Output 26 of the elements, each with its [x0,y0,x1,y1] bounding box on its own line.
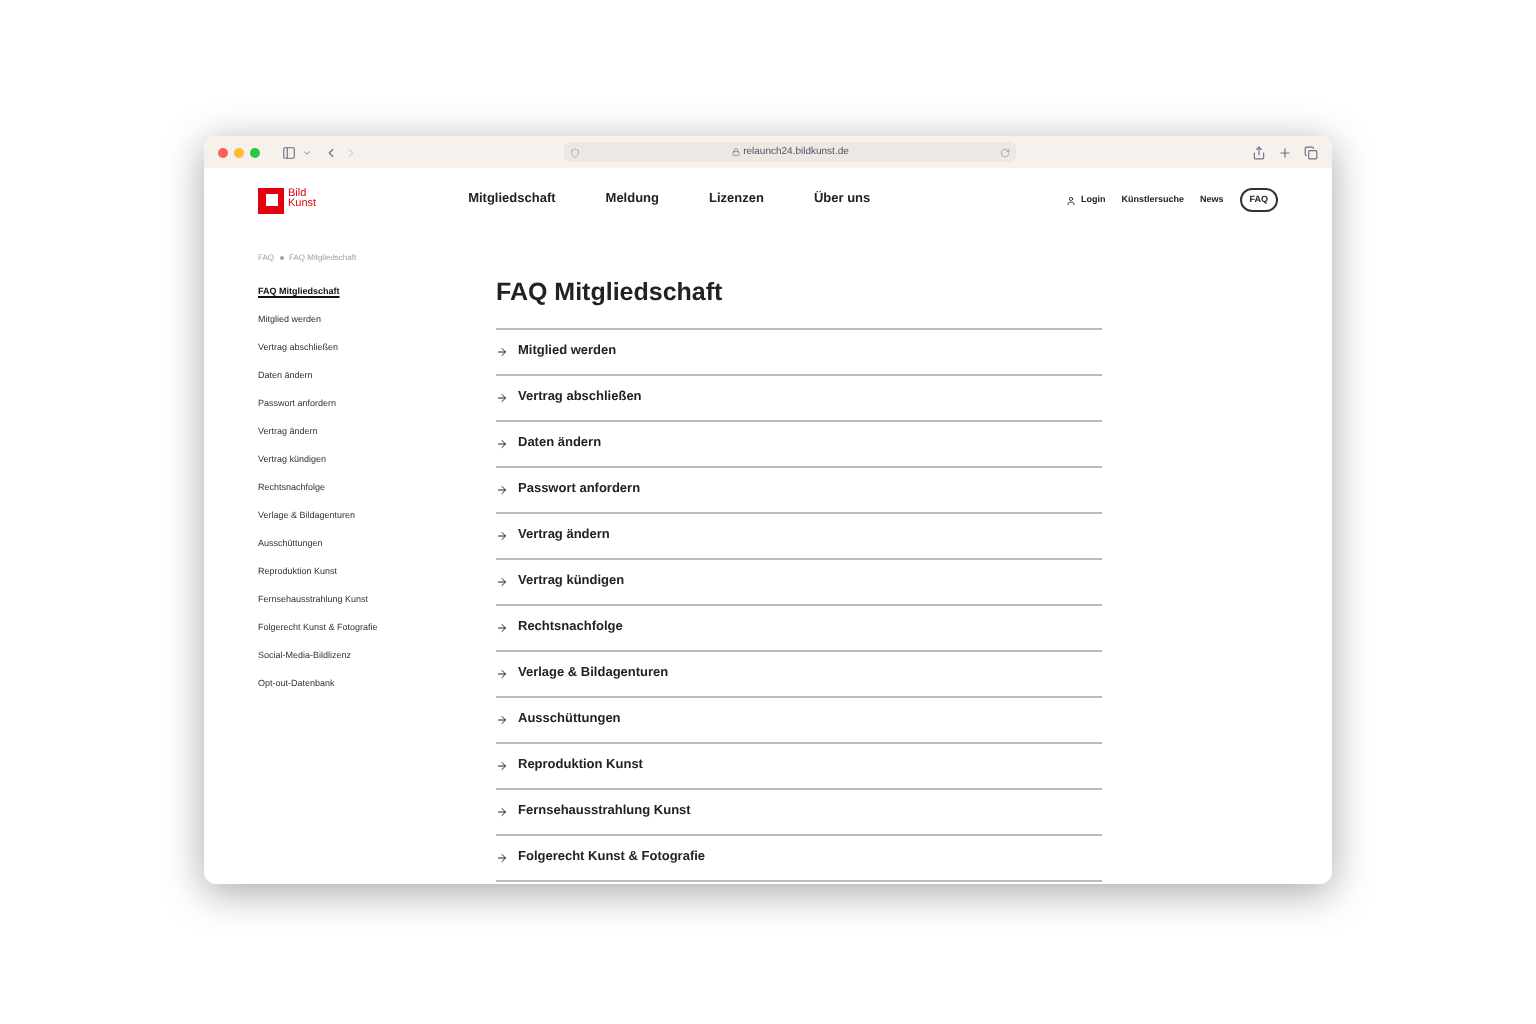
arrow-right-icon [496,713,508,725]
user-icon [1066,195,1077,205]
page-title: FAQ Mitgliedschaft [496,280,725,305]
arrow-right-icon [496,345,508,357]
arrow-right-icon [496,621,508,633]
arrow-right-icon [496,437,508,449]
arrow-right-icon [496,483,508,495]
arrow-right-icon [496,391,508,403]
breadcrumb-separator [280,256,284,260]
arrow-right-icon [496,851,508,863]
forward-icon[interactable] [344,145,358,159]
logo-icon [258,187,284,213]
share-icon[interactable] [1252,145,1266,159]
lock-icon [731,148,740,156]
tabs-icon[interactable] [1304,145,1318,159]
arrow-right-icon [496,759,508,771]
shield-icon [570,147,580,157]
back-icon[interactable] [324,145,338,159]
arrow-right-icon [496,805,508,817]
arrow-right-icon [496,529,508,541]
sidebar-icon[interactable] [282,145,296,159]
chevron-down-icon[interactable] [302,147,312,157]
arrow-right-icon [496,575,508,587]
arrow-right-icon [496,667,508,679]
new-tab-icon[interactable] [1278,145,1292,159]
reload-icon[interactable] [1000,147,1010,157]
